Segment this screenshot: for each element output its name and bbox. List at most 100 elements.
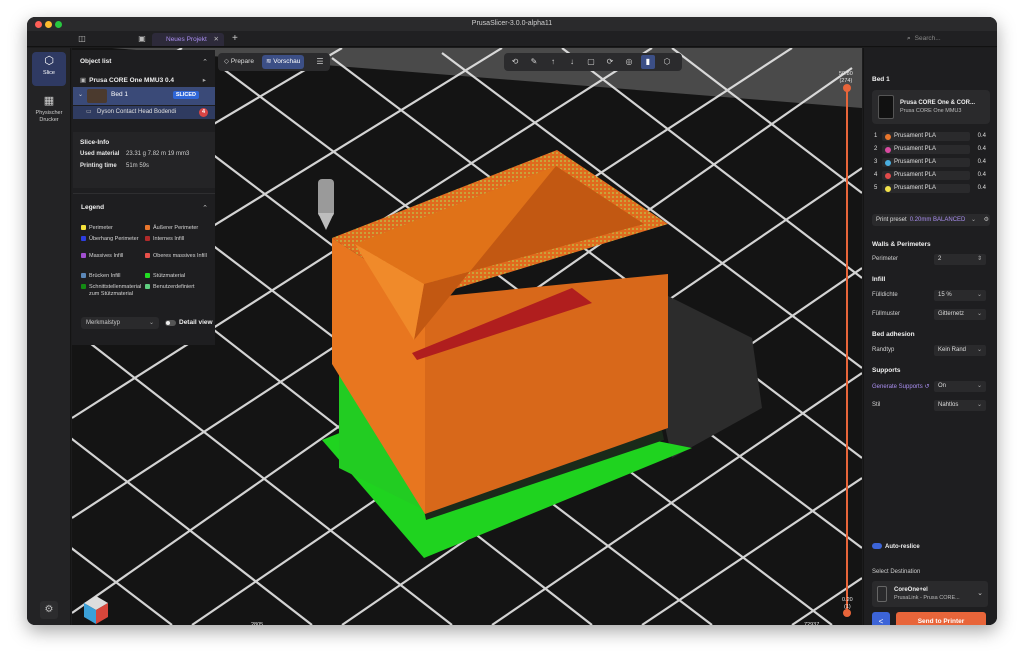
rail-physical-printer-button[interactable]: ▦ Physischer Drucker — [32, 92, 66, 132]
legend-toggle-icon[interactable]: ⬡ — [660, 55, 674, 69]
filament-number: 4 — [874, 172, 878, 178]
retraction-icon[interactable]: ↑ — [546, 55, 560, 69]
legend-item[interactable]: Oberes massives Infill — [145, 253, 207, 260]
brim-select[interactable]: Kein Rand ⌄ — [934, 345, 986, 356]
preview-label: Vorschau — [273, 58, 301, 65]
destination-select[interactable]: CoreOne+el PrusaLink - Prusa CORE... ⌄ — [872, 581, 988, 607]
add-tab-button[interactable]: + — [232, 33, 238, 44]
style-label: Stil — [872, 402, 881, 408]
legend-item[interactable]: Überhang Perimeter — [81, 236, 143, 243]
object-list-title: Object list — [80, 58, 112, 65]
minimize-window-button[interactable] — [45, 21, 52, 28]
fill-density-value: 15 % — [938, 292, 952, 298]
print-preset-select[interactable]: Print preset 0.20mm BALANCED ⌄ ⚙ — [872, 214, 990, 226]
search-icon: ⌕ — [907, 35, 911, 42]
legend-item[interactable]: Schnittstellenmaterial zum Stützmaterial — [81, 284, 143, 297]
tab-neues-projekt[interactable]: Neues Projekt ✕ — [152, 33, 224, 46]
legend-item[interactable]: Massives Infill — [81, 253, 143, 260]
legend-label: Schnittstellenmaterial zum Stützmaterial — [89, 284, 142, 297]
feature-type-value: Merkmalstyp — [86, 320, 121, 326]
color-change-icon[interactable]: ◎ — [622, 55, 636, 69]
filament-select[interactable]: Prusament PLA — [882, 184, 970, 193]
printer-name: Prusa CORE One MMU3 0.4 — [89, 77, 175, 84]
tab-bar: ◫ ▣ Neues Projekt ✕ + ⌕ Search... — [27, 31, 997, 47]
warning-badge[interactable]: 4 — [199, 108, 208, 117]
filament-select[interactable]: Prusament PLA — [882, 171, 970, 180]
camera-icon[interactable]: ◫ — [77, 34, 87, 44]
settings-gear-icon[interactable]: ⚙ — [40, 601, 58, 619]
vertical-slider-bottom-handle[interactable] — [843, 609, 851, 617]
close-tab-icon[interactable]: ✕ — [214, 33, 219, 46]
style-select[interactable]: Nahtlos ⌄ — [934, 400, 986, 411]
legend-item[interactable]: Benutzerdefiniert — [145, 284, 207, 291]
legend-item[interactable]: Perimeter — [81, 225, 143, 232]
slice-info-title: Slice-Info — [80, 139, 110, 146]
preset-settings-gear-icon[interactable]: ⚙ — [984, 214, 989, 226]
generate-supports-select[interactable]: On ⌄ — [934, 381, 986, 392]
layers-stack-icon[interactable]: ☰ — [313, 55, 327, 69]
deretraction-icon[interactable]: ↓ — [565, 55, 579, 69]
filament-select[interactable]: Prusament PLA — [882, 158, 970, 167]
wipe-icon[interactable]: ✎ — [527, 55, 541, 69]
rail-slice-button[interactable]: ⬡ Slice — [32, 52, 66, 86]
expand-caret-icon[interactable]: ⌄ — [78, 91, 83, 98]
fill-density-select[interactable]: 15 % ⌄ — [934, 290, 986, 301]
bed-adhesion-section-title: Bed adhesion — [872, 331, 915, 338]
close-window-button[interactable] — [35, 21, 42, 28]
bed-row[interactable]: ⌄ Bed 1 SLICED — [73, 87, 215, 105]
filament-select[interactable]: Prusament PLA — [882, 145, 970, 154]
printer-row[interactable]: ▣ Prusa CORE One MMU3 0.4 ▸ — [80, 76, 208, 84]
filament-row[interactable]: 3 Prusament PLA 0.4 — [872, 157, 997, 168]
generate-supports-text: Generate Supports — [872, 384, 923, 390]
send-to-printer-button[interactable]: Send to Printer — [896, 612, 986, 625]
legend-item[interactable]: Internes Infill — [145, 236, 207, 243]
stepper-arrows-icon[interactable]: ⇕ — [977, 254, 982, 265]
shells-icon[interactable]: ▢ — [584, 55, 598, 69]
filament-row[interactable]: 5 Prusament PLA 0.4 — [872, 183, 997, 194]
object-row[interactable]: ▭ Dyson Contact Head Bodendi 4 — [73, 106, 215, 119]
printer-card[interactable]: Prusa CORE One & COR... Prusa CORE One M… — [872, 90, 990, 124]
search-field[interactable]: ⌕ Search... — [907, 34, 977, 44]
perimeter-stepper[interactable]: 2 ⇕ — [934, 254, 986, 265]
printing-time-value: 51m 59s — [126, 163, 150, 169]
preview-mode-button[interactable]: ≋ Vorschau — [262, 55, 305, 69]
zoom-window-button[interactable] — [55, 21, 62, 28]
legend-item[interactable]: Äußerer Perimeter — [145, 225, 207, 232]
legend-label: Brücken Infill — [89, 273, 121, 279]
prepare-mode-button[interactable]: ◇ Prepare — [220, 55, 258, 69]
vertical-slider-bottom-label: 0.20 (1) — [842, 597, 853, 610]
toggle-switch[interactable] — [872, 543, 882, 549]
chevron-down-icon: ⌄ — [976, 311, 982, 317]
seams-icon[interactable]: ⟳ — [603, 55, 617, 69]
brim-label: Randtyp — [872, 347, 895, 353]
printer-icon: ▦ — [43, 95, 55, 107]
nozzle-body — [318, 179, 334, 217]
auto-reslice-toggle[interactable]: Auto-reslice — [872, 542, 920, 550]
legend-item[interactable]: Stützmaterial — [145, 273, 207, 280]
tool-marker-icon[interactable]: ▮ — [641, 55, 655, 69]
collapse-chevron-icon[interactable]: ⌃ — [202, 58, 208, 66]
back-button[interactable]: < — [872, 612, 890, 625]
filament-row[interactable]: 4 Prusament PLA 0.4 — [872, 170, 997, 181]
rail-physical-printer-label: Physischer Drucker — [35, 110, 63, 123]
legend-item[interactable]: Brücken Infill — [81, 273, 143, 280]
feature-type-select[interactable]: Merkmalstyp ⌄ — [81, 317, 159, 329]
filament-row[interactable]: 2 Prusament PLA 0.4 — [872, 144, 997, 155]
legend-label: Stützmaterial — [153, 273, 186, 279]
legend-collapse-chevron-icon[interactable]: ⌃ — [202, 204, 208, 212]
sidebar-toggle-icon[interactable]: ▣ — [137, 34, 147, 44]
chevron-down-icon: ⌄ — [976, 292, 982, 298]
detail-view-toggle[interactable] — [165, 320, 176, 326]
filament-color-dot — [885, 185, 891, 192]
open-printer-icon[interactable]: ▸ — [203, 76, 206, 84]
fill-pattern-select[interactable]: Gitternetz ⌄ — [934, 309, 986, 320]
filament-row[interactable]: 1 Prusament PLA 0.4 — [872, 131, 997, 142]
legend-label: Äußerer Perimeter — [153, 225, 199, 231]
legend-title: Legend — [81, 204, 105, 211]
filament-select[interactable]: Prusament PLA — [882, 132, 970, 141]
vertical-slider-top-handle[interactable] — [843, 84, 851, 92]
window-title: PrusaSlicer-3.0.0-alpha11 — [471, 20, 553, 27]
printer-card-name: Prusa CORE One & COR... — [900, 100, 976, 106]
reset-icon[interactable]: ↺ — [924, 384, 929, 390]
travel-icon[interactable]: ⟲ — [508, 55, 522, 69]
